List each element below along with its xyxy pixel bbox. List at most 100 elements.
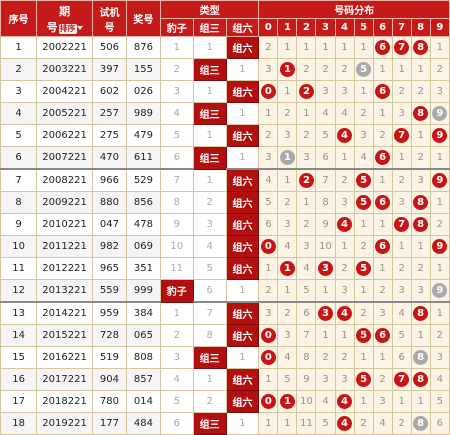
row-index: 1 bbox=[0, 36, 38, 59]
period-cell: 2014221 bbox=[36, 301, 93, 325]
winning-number-cell: 069 bbox=[125, 235, 161, 258]
distribution-cell: 9 bbox=[315, 213, 336, 236]
distribution-cell: 1 bbox=[258, 102, 279, 125]
distribution-cell: 2 bbox=[429, 58, 450, 81]
drawn-ball-marker: 6 bbox=[375, 40, 391, 55]
col-header-digit-9: 9 bbox=[429, 18, 450, 37]
distribution-cell: 3 bbox=[334, 368, 355, 391]
repeat-ball-marker: 9 bbox=[432, 283, 448, 298]
drawn-ball-marker: 7 bbox=[394, 128, 410, 143]
distribution-cell: 1 bbox=[353, 36, 374, 59]
type-cell: 组六 bbox=[225, 168, 260, 192]
drawn-ball-marker: 6 bbox=[375, 150, 391, 165]
distribution-cell: 3 bbox=[334, 279, 355, 303]
test-number-cell: 959 bbox=[91, 301, 127, 325]
row-index: 13 bbox=[0, 301, 38, 325]
test-number-cell: 047 bbox=[91, 213, 127, 236]
type-cell: 组六 bbox=[225, 36, 260, 59]
distribution-cell: 7 bbox=[391, 213, 412, 236]
distribution-cell: 8 bbox=[410, 412, 431, 435]
distribution-cell: 3 bbox=[315, 257, 336, 280]
period-cell: 2006221 bbox=[36, 124, 93, 147]
distribution-cell: 4 bbox=[334, 102, 355, 125]
drawn-ball-marker: 8 bbox=[413, 306, 429, 321]
distribution-cell: 1 bbox=[277, 257, 298, 280]
distribution-cell: 8 bbox=[410, 301, 431, 325]
col-header-period[interactable]: 期 号排序 bbox=[36, 0, 93, 37]
row-index: 14 bbox=[0, 324, 38, 347]
drawn-ball-marker: 0 bbox=[260, 394, 276, 409]
drawn-ball-marker: 3 bbox=[318, 306, 333, 321]
type-cell: 1 bbox=[192, 36, 227, 59]
drawn-ball-marker: 4 bbox=[337, 306, 353, 321]
table-row: 18 2019221 177 484 6 组三 1 1 1 11 5 4 2 4 2 8 6 bbox=[0, 412, 450, 435]
distribution-cell: 6 bbox=[372, 146, 393, 170]
col-header-digit-7: 7 bbox=[391, 18, 412, 37]
type-cell: 4 bbox=[159, 102, 194, 125]
type-cell: 1 bbox=[192, 168, 227, 192]
distribution-cell: 1 bbox=[277, 58, 298, 81]
period-cell: 2018221 bbox=[36, 390, 93, 413]
drawn-ball-marker: 6 bbox=[375, 239, 391, 254]
col-header-digit-8: 8 bbox=[410, 18, 431, 37]
distribution-cell: 11 bbox=[296, 412, 317, 435]
distribution-cell: 1 bbox=[410, 324, 431, 347]
period-cell: 2019221 bbox=[36, 412, 93, 435]
col-header-digit-4: 4 bbox=[334, 18, 355, 37]
table-row: 2 2003221 397 155 2 组三 1 3 1 2 2 2 5 1 1 1 2 bbox=[0, 58, 450, 81]
distribution-cell: 7 bbox=[315, 168, 336, 192]
trend-table: 序号 期 号排序 试机 号 奖号 类型 号码分布 豹子 组三 组六 0 1 2 3 4 5 6 7 8… bbox=[0, 0, 450, 435]
type-cell: 11 bbox=[159, 257, 194, 280]
type-cell: 2 bbox=[159, 58, 194, 81]
test-number-cell: 965 bbox=[91, 257, 127, 280]
distribution-cell: 1 bbox=[391, 58, 412, 81]
distribution-cell: 1 bbox=[277, 168, 298, 192]
period-cell: 2010221 bbox=[36, 213, 93, 236]
winning-number-cell: 065 bbox=[125, 324, 161, 347]
distribution-cell: 1 bbox=[429, 257, 450, 280]
distribution-cell: 2 bbox=[315, 346, 336, 369]
type-cell: 4 bbox=[159, 368, 194, 391]
type-cell: 1 bbox=[159, 36, 194, 59]
sort-button[interactable]: 排序 bbox=[58, 23, 77, 34]
period-cell: 2013221 bbox=[36, 279, 93, 303]
repeat-ball-marker: 8 bbox=[413, 350, 429, 365]
drawn-ball-marker: 1 bbox=[279, 261, 295, 276]
drawn-ball-marker: 6 bbox=[375, 195, 391, 210]
distribution-cell: 1 bbox=[277, 412, 298, 435]
type-cell: 1 bbox=[225, 58, 260, 81]
type-cell: 4 bbox=[192, 235, 227, 258]
drawn-ball-marker: 8 bbox=[413, 372, 429, 387]
distribution-cell: 4 bbox=[391, 301, 412, 325]
distribution-cell: 4 bbox=[334, 412, 355, 435]
distribution-cell: 3 bbox=[277, 213, 298, 236]
distribution-cell: 2 bbox=[296, 168, 317, 192]
table-row: 14 2015221 728 065 2 8 组六 0 3 7 1 1 5 6 5 1 2 bbox=[0, 324, 450, 347]
distribution-cell: 4 bbox=[315, 390, 336, 413]
distribution-cell: 3 bbox=[372, 390, 393, 413]
type-cell: 组六 bbox=[225, 235, 260, 258]
type-cell: 2 bbox=[192, 390, 227, 413]
type-cell: 1 bbox=[225, 279, 260, 303]
drawn-ball-marker: 9 bbox=[432, 239, 448, 254]
table-row: 11 2012221 965 351 11 5 组六 1 1 4 3 2 5 1 2 2 1 bbox=[0, 257, 450, 280]
distribution-cell: 8 bbox=[410, 102, 431, 125]
distribution-cell: 3 bbox=[391, 102, 412, 125]
type-cell: 1 bbox=[159, 301, 194, 325]
distribution-cell: 3 bbox=[296, 146, 317, 170]
distribution-cell: 2 bbox=[296, 124, 317, 147]
table-row: 17 2018221 780 014 5 2 组六 0 1 10 4 4 1 3 1 1 5 bbox=[0, 390, 450, 413]
drawn-ball-marker: 9 bbox=[432, 173, 448, 188]
distribution-cell: 6 bbox=[372, 80, 393, 103]
drawn-ball-marker: 4 bbox=[337, 394, 353, 409]
sort-arrow-icon[interactable] bbox=[76, 25, 83, 30]
type-cell: 组三 bbox=[192, 146, 227, 170]
type-cell: 组三 bbox=[192, 102, 227, 125]
distribution-cell: 2 bbox=[429, 324, 450, 347]
distribution-cell: 5 bbox=[296, 279, 317, 303]
distribution-cell: 1 bbox=[277, 390, 298, 413]
distribution-cell: 3 bbox=[258, 58, 279, 81]
period-label-top: 期 bbox=[59, 4, 71, 18]
drawn-ball-marker: 9 bbox=[432, 128, 448, 143]
table-row: 16 2017221 904 857 4 1 组六 1 5 9 3 3 5 2 7 8 4 bbox=[0, 368, 450, 391]
